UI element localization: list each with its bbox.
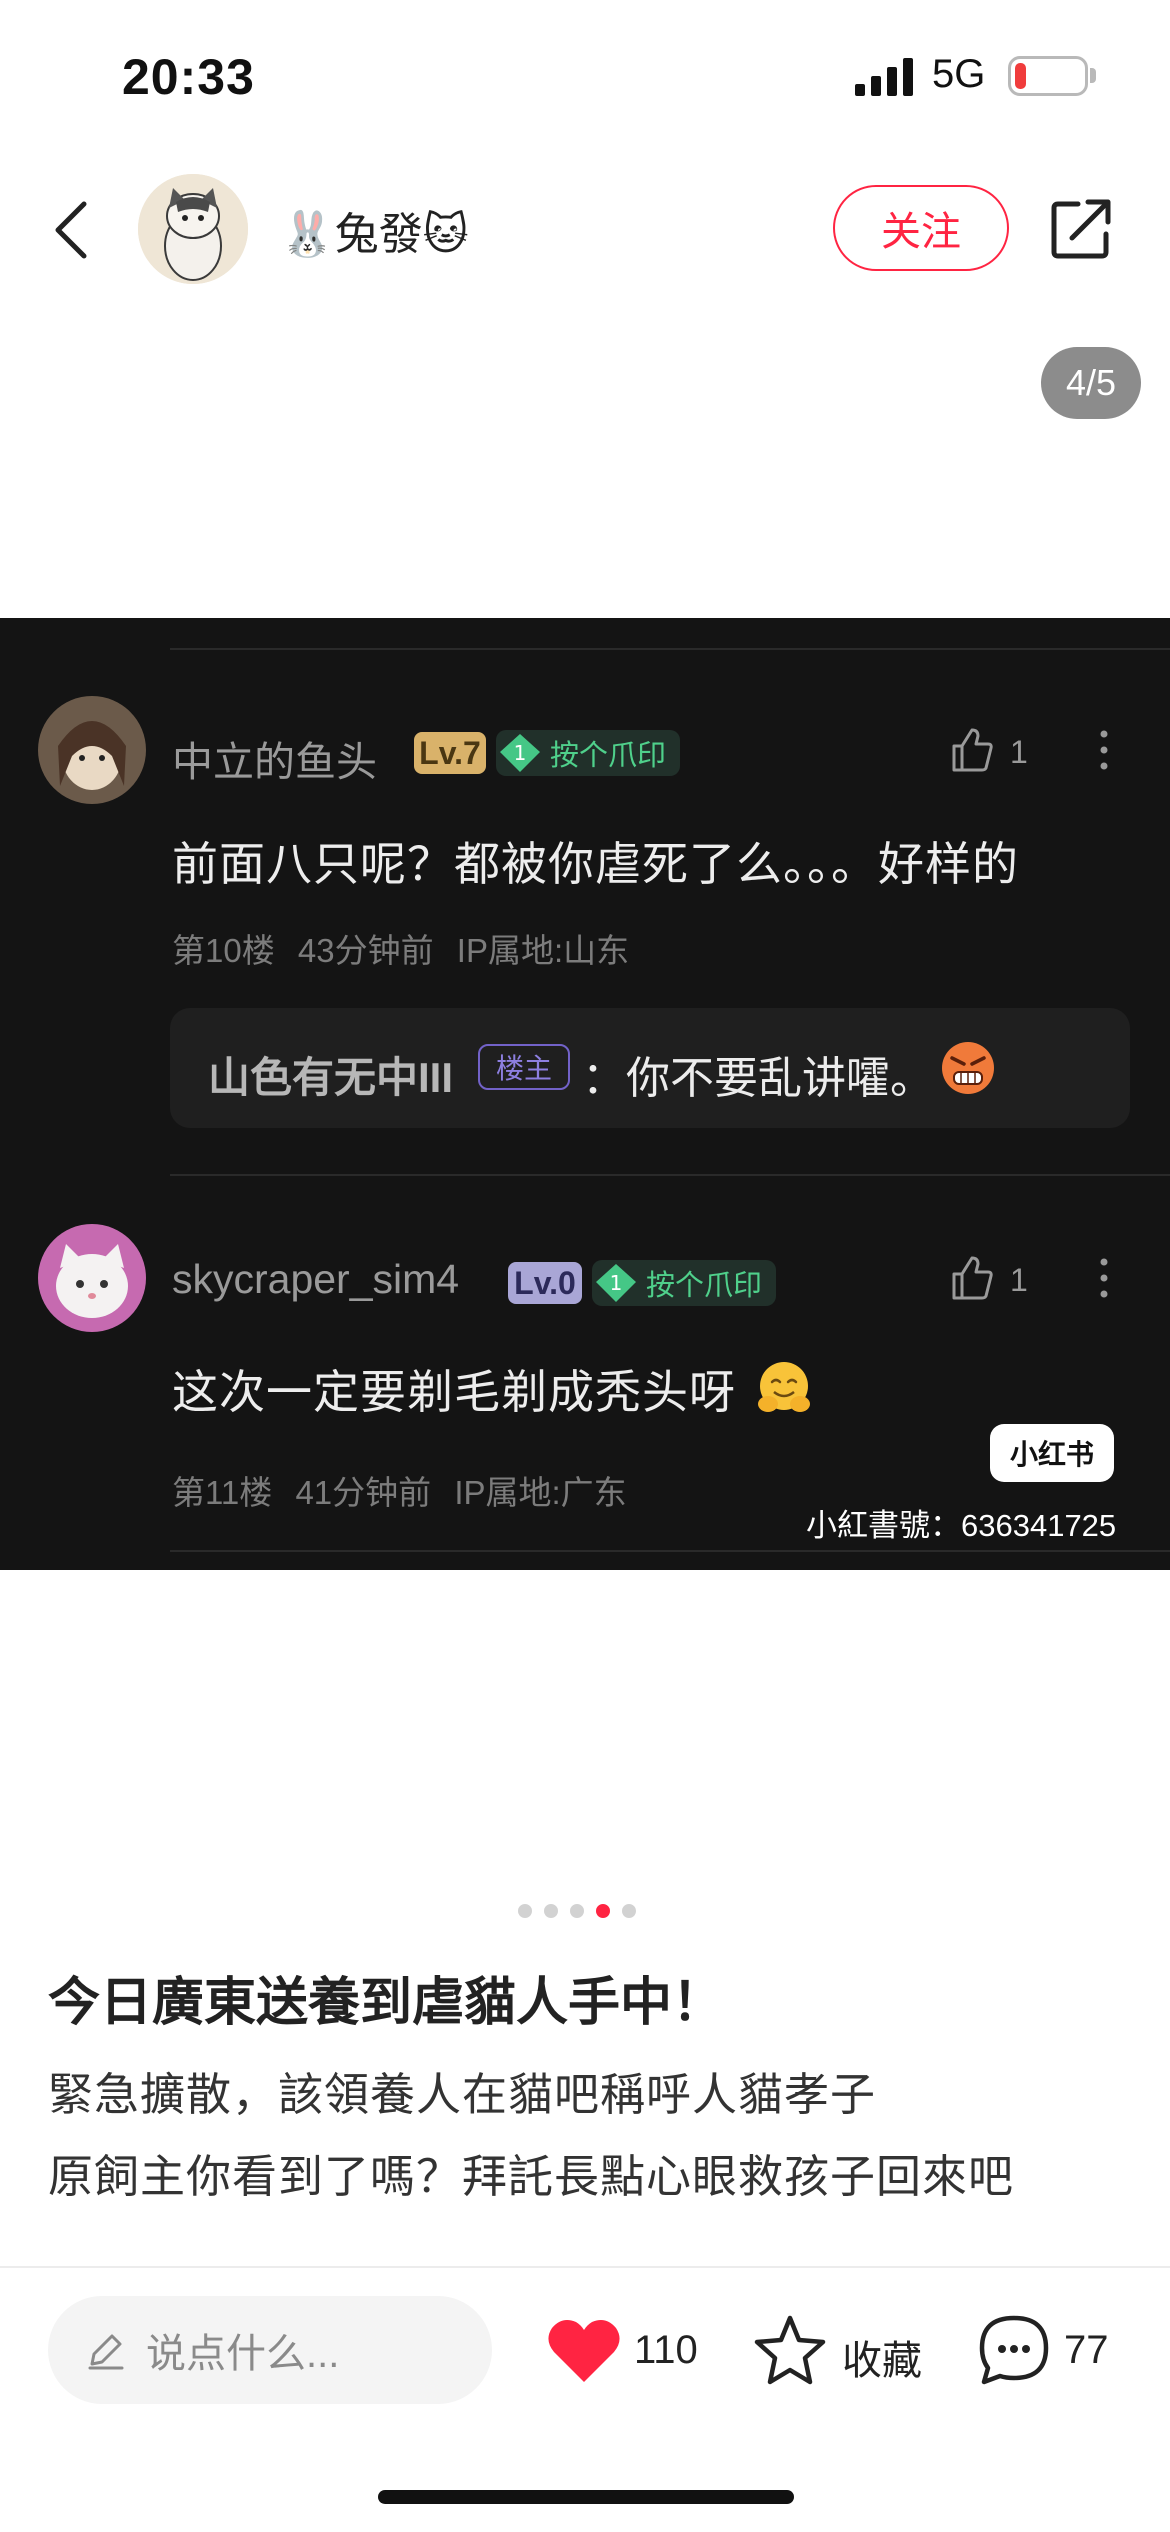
angry-emoji-icon xyxy=(942,1042,994,1094)
pager-dot xyxy=(518,1904,532,1918)
comment-count: 77 xyxy=(1064,2328,1109,2372)
network-type: 5G xyxy=(932,52,986,96)
time-ago: 43分钟前 xyxy=(297,932,434,969)
comment-meta: 第11楼 41分钟前 IP属地:广东 xyxy=(172,1466,627,1514)
pager-dot xyxy=(570,1904,584,1918)
comment-text: 前面八只呢？都被你虐死了么。。。好样的 xyxy=(172,838,1019,890)
battery-icon xyxy=(1008,56,1088,96)
battery-cap xyxy=(1090,68,1096,83)
favorite-label[interactable]: 收藏 xyxy=(842,2328,922,2386)
comment-bubble-icon[interactable] xyxy=(976,2312,1052,2388)
post-body-line: 原飼主你看到了嗎？拜託長點心眼救孩子回來吧 xyxy=(48,2151,1015,2202)
commenter-name: skycraper_sim4 xyxy=(172,1256,460,1302)
comment-input[interactable]: 说点什么... xyxy=(48,2296,492,2404)
star-icon[interactable] xyxy=(752,2312,828,2388)
divider xyxy=(170,1550,1170,1552)
thumb-up-icon[interactable] xyxy=(948,726,996,774)
op-tag: 楼主 xyxy=(478,1044,570,1090)
heart-icon[interactable] xyxy=(546,2316,622,2386)
comment-meta: 第10楼 43分钟前 IP属地:山东 xyxy=(172,924,629,972)
like-count: 1 xyxy=(1010,1262,1028,1298)
comment-text: 这次一定要剃毛剃成秃头呀 xyxy=(172,1356,814,1422)
divider xyxy=(170,1174,1170,1176)
svg-text:1: 1 xyxy=(514,741,527,765)
home-indicator[interactable] xyxy=(378,2490,794,2504)
pen-icon xyxy=(88,2334,124,2370)
gem-icon: 1 xyxy=(500,734,540,772)
image-pager xyxy=(518,1904,636,1918)
gem-icon: 1 xyxy=(596,1264,636,1302)
smile-hands-emoji-icon xyxy=(757,1362,810,1412)
floor: 第11楼 xyxy=(172,1474,273,1511)
svg-text:1: 1 xyxy=(610,1271,623,1295)
ip-location: IP属地:广东 xyxy=(454,1474,627,1511)
divider xyxy=(170,648,1170,650)
image-counter: 4/5 xyxy=(1041,347,1141,419)
badge-label: 按个爪印 xyxy=(550,740,667,772)
comment-placeholder: 说点什么... xyxy=(146,2332,340,2376)
pager-dot xyxy=(544,1904,558,1918)
floor: 第10楼 xyxy=(172,932,275,969)
watermark-logo: 小红书 xyxy=(990,1424,1114,1482)
signal-icon xyxy=(855,58,913,96)
more-icon[interactable] xyxy=(1098,728,1110,772)
commenter-name: 中立的鱼头 xyxy=(172,739,377,785)
paw-badge: 1 按个爪印 xyxy=(592,1260,777,1306)
reply-box: 山色有无中III 楼主 ：你不要乱讲嚯。 xyxy=(170,1008,1130,1128)
watermark-id: 小紅書號：636341725 xyxy=(806,1508,1117,1543)
author-avatar[interactable] xyxy=(138,174,248,284)
level-badge: Lv.0 xyxy=(508,1262,582,1304)
author-name[interactable]: 🐰兔發🐱 xyxy=(280,198,469,262)
level-badge: Lv.7 xyxy=(414,732,486,774)
more-icon[interactable] xyxy=(1098,1256,1110,1300)
post-title: 今日廣東送養到虐貓人手中！ xyxy=(48,1974,725,2032)
pager-dot-active xyxy=(596,1904,610,1918)
like-count: 110 xyxy=(634,2328,698,2372)
like-count: 1 xyxy=(1010,734,1028,770)
pager-dot xyxy=(622,1904,636,1918)
post-image[interactable]: 中立的鱼头 Lv.7 1 按个爪印 1 前面八只呢？都被你虐死了么。。。好样的 … xyxy=(0,618,1170,1570)
commenter-avatar xyxy=(38,1224,146,1332)
back-icon[interactable] xyxy=(50,198,94,262)
share-icon[interactable] xyxy=(1048,196,1118,262)
status-time: 20:33 xyxy=(122,49,255,105)
badge-label: 按个爪印 xyxy=(646,1270,763,1302)
reply-text: ：你不要乱讲嚯。 xyxy=(582,1054,934,1103)
paw-badge: 1 按个爪印 xyxy=(496,730,681,776)
reply-author: 山色有无中III xyxy=(208,1054,454,1101)
follow-button[interactable]: 关注 xyxy=(833,185,1009,271)
ip-location: IP属地:山东 xyxy=(456,932,630,969)
commenter-avatar xyxy=(38,696,146,804)
thumb-up-icon[interactable] xyxy=(948,1254,996,1302)
post-body-line: 緊急擴散，該領養人在貓吧稱呼人貓孝子 xyxy=(48,2069,877,2120)
time-ago: 41分钟前 xyxy=(295,1474,432,1511)
